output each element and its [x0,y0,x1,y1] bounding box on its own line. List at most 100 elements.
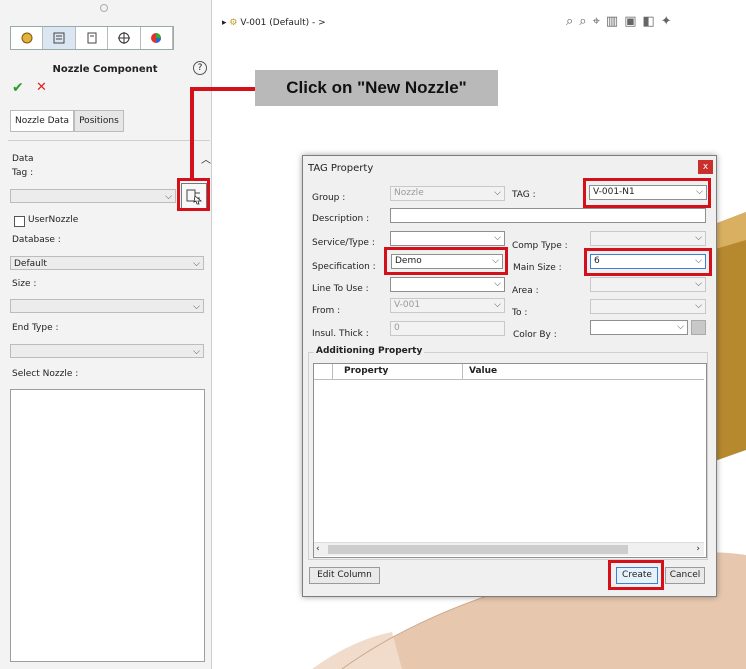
user-nozzle-checkbox[interactable] [14,216,25,227]
database-value: Default [14,259,47,269]
from-value: V-001 [394,300,421,310]
chevron-down-icon: ⌵ [695,233,702,243]
tag-label: TAG : [512,190,536,200]
color-by-label: Color By : [513,330,557,340]
tag-highlight [583,178,711,208]
zoom-to-fit-icon[interactable]: ⌕ [566,14,579,29]
feature-breadcrumb[interactable]: ▸ ⚙ V-001 (Default) - > [222,18,326,28]
select-nozzle-label: Select Nozzle : [12,369,79,379]
chevron-down-icon: ⌵ [193,259,200,269]
zoom-area-icon[interactable]: ⌕ [579,14,592,29]
cancel-button[interactable]: Cancel [665,567,705,584]
area-label: Area : [512,286,539,296]
part-icon: ⚙ [229,18,238,28]
part-icon[interactable] [11,27,44,49]
additioning-property-title: Additioning Property [314,346,425,356]
chevron-down-icon: ⌵ [695,279,702,289]
data-section-title: Data [12,154,34,164]
section-view-icon[interactable]: ▥ [606,14,624,29]
edit-column-button[interactable]: Edit Column [309,567,380,584]
collapse-chevron-icon[interactable]: ︿ [201,151,211,166]
property-icon[interactable] [76,27,109,49]
chevron-down-icon: ⌵ [677,322,684,332]
appearance-icon[interactable] [141,27,174,49]
tab-nozzle-data[interactable]: Nozzle Data [10,110,75,132]
scroll-left-icon[interactable]: ‹ [316,544,320,554]
grid-header: Property Value [314,364,704,380]
callout-leader-line [190,87,255,91]
horizontal-scrollbar[interactable]: ‹ › [314,542,704,556]
view-orientation-icon[interactable]: ▣ [624,14,642,29]
color-by-combo[interactable]: ⌵ [590,320,688,335]
instruction-callout: Click on "New Nozzle" [255,70,498,106]
comp-type-combo[interactable]: ⌵ [590,231,706,246]
chevron-down-icon: ⌵ [494,279,501,289]
chevron-down-icon: ⌵ [193,347,200,357]
help-icon[interactable]: ? [193,61,207,75]
feature-tree-icon[interactable] [43,27,76,49]
database-label: Database : [12,235,61,245]
chevron-down-icon: ⌵ [494,233,501,243]
to-combo[interactable]: ⌵ [590,299,706,314]
hide-show-icon[interactable]: ✦ [661,14,678,29]
group-combo[interactable]: Nozzle ⌵ [390,186,505,201]
heads-up-view-toolbar[interactable]: ⌕⌕⌖▥▣◧✦ [566,14,678,29]
panel-title: Nozzle Component [52,64,158,75]
group-value: Nozzle [394,188,424,198]
close-icon[interactable]: x [698,160,713,174]
service-type-combo[interactable]: ⌵ [390,231,505,246]
color-swatch[interactable] [691,320,706,335]
column-divider [462,364,463,379]
column-value[interactable]: Value [469,366,497,376]
specification-highlight [384,247,508,275]
chevron-down-icon: ⌵ [494,188,501,198]
property-grid[interactable] [313,363,707,558]
size-label: Size : [12,279,37,289]
size-combo[interactable]: ⌵ [10,299,204,313]
previous-view-icon[interactable]: ⌖ [593,14,606,29]
end-type-label: End Type : [12,323,59,333]
insul-thick-label: Insul. Thick : [312,329,369,339]
callout-leader-line [190,87,194,179]
ok-check-icon[interactable]: ✔ [12,80,24,96]
specification-label: Specification : [312,262,376,272]
to-label: To : [512,308,528,318]
display-style-icon[interactable]: ◧ [642,14,660,29]
chevron-down-icon: ⌵ [695,301,702,311]
create-highlight [608,560,664,590]
manager-tab-bar [10,26,174,50]
new-nozzle-highlight [177,178,210,211]
panel-tabs: Nozzle Data Positions [10,110,124,132]
from-combo[interactable]: V-001 ⌵ [390,298,505,313]
scroll-thumb[interactable] [328,545,628,554]
chevron-down-icon: ⌵ [165,192,172,202]
area-combo[interactable]: ⌵ [590,277,706,292]
cancel-x-icon[interactable]: ✕ [36,80,47,95]
line-to-use-combo[interactable]: ⌵ [390,277,505,292]
tag-label: Tag : [12,168,34,178]
main-size-label: Main Size : [513,263,562,273]
select-nozzle-list[interactable] [10,389,205,662]
end-type-combo[interactable]: ⌵ [10,344,204,358]
main-size-highlight [584,248,712,276]
group-label: Group : [312,193,346,203]
user-nozzle-label: UserNozzle [28,215,79,225]
insul-thick-input[interactable]: 0 [390,321,505,336]
divider [8,140,210,141]
panel-grip-icon[interactable] [100,4,108,12]
tag-combo[interactable]: ⌵ [10,189,176,203]
line-to-use-label: Line To Use : [312,284,369,294]
chevron-down-icon: ⌵ [193,302,200,312]
service-type-label: Service/Type : [312,238,375,248]
column-property[interactable]: Property [344,366,388,376]
tab-positions[interactable]: Positions [74,110,124,132]
description-label: Description : [312,214,370,224]
description-input[interactable] [390,208,706,223]
dialog-title: TAG Property [308,163,374,174]
breadcrumb-text: V-001 (Default) - > [240,18,326,28]
from-label: From : [312,306,341,316]
database-combo[interactable]: Default ⌵ [10,256,204,270]
origin-icon[interactable] [108,27,141,49]
scroll-right-icon[interactable]: › [696,544,700,554]
chevron-down-icon: ⌵ [494,300,501,310]
